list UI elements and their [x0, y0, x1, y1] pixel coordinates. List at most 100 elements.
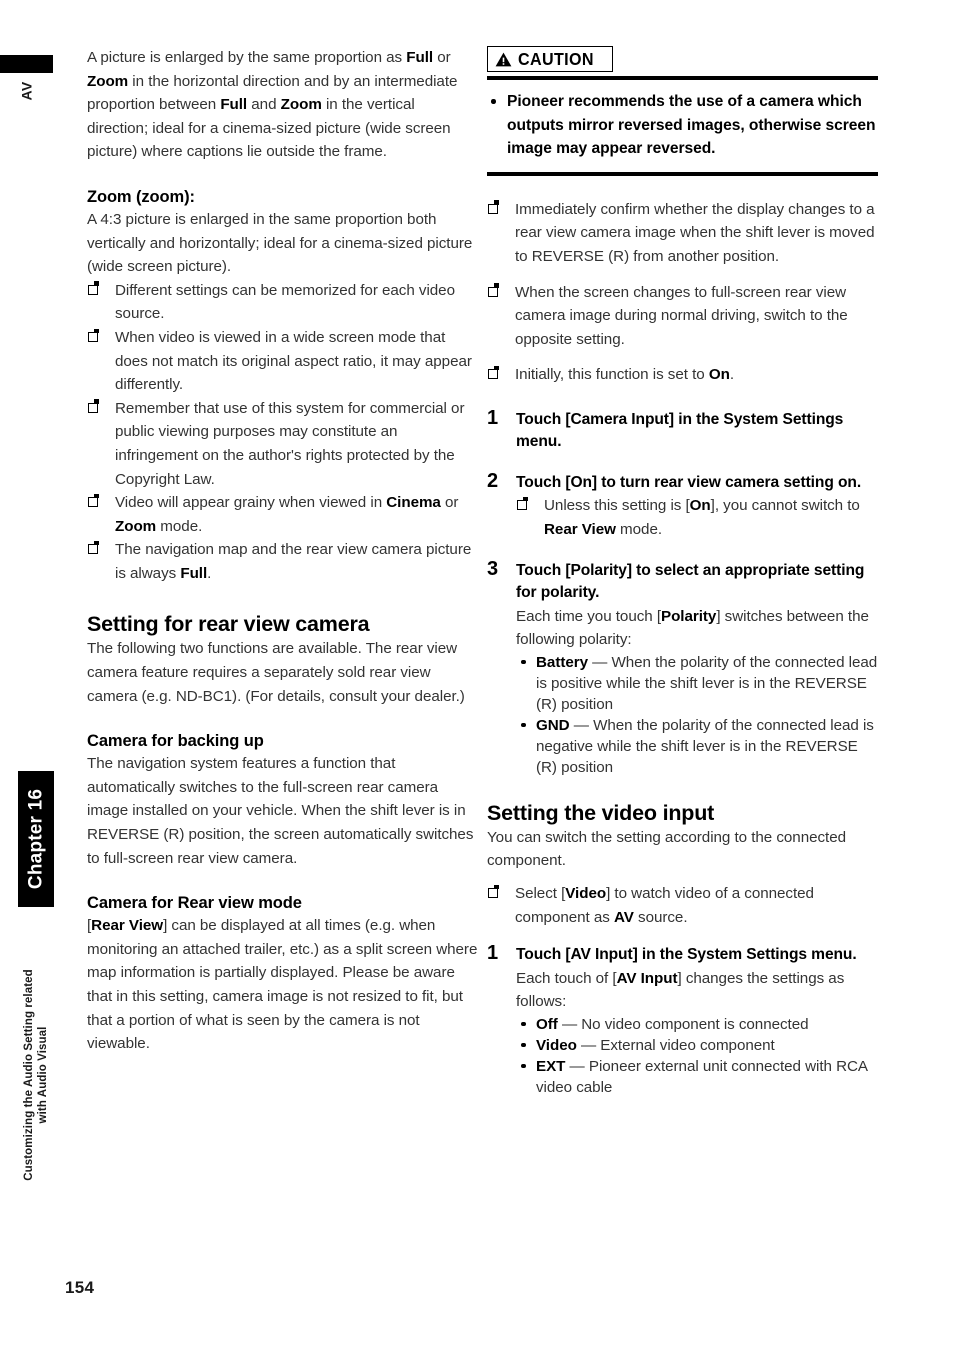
step-number: 3	[487, 557, 499, 580]
step-spacer	[487, 542, 878, 560]
procedure-step: 1 Touch [AV Input] in the System Settings…	[487, 942, 878, 1098]
step-title: Touch [On] to turn rear view camera sett…	[516, 473, 862, 491]
step-options-list: Off — No video component is connected Vid…	[516, 1014, 878, 1098]
bullet-dot-icon	[521, 722, 526, 728]
list-item: Video will appear grainy when viewed in …	[87, 491, 478, 538]
av-section-marker: AV	[0, 74, 53, 108]
note-square-icon	[488, 283, 499, 297]
step-title: Touch [Polarity] to select an appropriat…	[516, 561, 865, 602]
step-title: Touch [Camera Input] in the System Setti…	[516, 410, 844, 451]
note-square-icon	[488, 200, 499, 214]
caution-label-box: CAUTION	[487, 46, 613, 72]
backing-up-heading: Camera for backing up	[87, 732, 264, 751]
list-item-text: Remember that use of this system for com…	[115, 399, 465, 488]
chapter-subtitle-line-2: with Audio Visual	[37, 1026, 49, 1124]
caution-bullet-item: Pioneer recommends the use of a camera w…	[487, 90, 878, 161]
list-item: Off — No video component is connected	[516, 1014, 878, 1035]
caution-callout: CAUTION Pioneer recommends the use of a …	[487, 46, 878, 176]
note-square-icon	[488, 365, 499, 380]
chapter-subtitle-line-1: Customizing the Audio Setting related	[23, 969, 35, 1181]
list-item-text: Unless this setting is [On], you cannot …	[544, 497, 860, 539]
list-item: Initially, this function is set to On.	[487, 363, 878, 387]
rear-view-mode-paragraph: [Rear View] can be displayed at all time…	[87, 917, 478, 1053]
video-input-paragraph: You can switch the setting according to …	[487, 828, 846, 870]
edge-tab-marker	[0, 55, 53, 73]
list-item: When the screen changes to full-screen r…	[487, 281, 878, 352]
bullet-dot-icon	[521, 659, 526, 665]
list-item: When video is viewed in a wide screen mo…	[87, 326, 478, 397]
list-item-text: GND — When the polarity of the connected…	[536, 716, 874, 776]
list-item-text: Video will appear grainy when viewed in …	[115, 494, 459, 535]
step-title: Touch [AV Input] in the System Settings …	[516, 946, 857, 964]
camera-steps-list: 1 Touch [Camera Input] in the System Sett…	[487, 406, 878, 778]
list-item: Remember that use of this system for com…	[87, 397, 478, 491]
list-item: EXT — Pioneer external unit connected wi…	[516, 1056, 878, 1098]
zoom-heading: Zoom (zoom):	[87, 187, 195, 206]
list-item: GND — When the polarity of the connected…	[516, 715, 878, 778]
bullet-dot-icon	[521, 1021, 526, 1027]
video-input-notes-list: Select [Video] to watch video of a conne…	[487, 882, 878, 929]
note-square-icon	[88, 328, 99, 342]
list-item-text: Different settings can be memorized for …	[115, 281, 455, 323]
caution-bottom-rule	[487, 171, 878, 176]
chapter-badge-label: Chapter 16	[25, 788, 47, 890]
list-item-text: Immediately confirm whether the display …	[515, 200, 875, 265]
video-steps-list: 1 Touch [AV Input] in the System Settings…	[487, 942, 878, 1098]
chapter-subtitle: Customizing the Audio Setting related wi…	[10, 920, 62, 1230]
bullet-dot-icon	[491, 99, 496, 104]
caution-bullet-text: Pioneer recommends the use of a camera w…	[507, 93, 876, 158]
procedure-step: 3 Touch [Polarity] to select an appropria…	[487, 557, 878, 778]
right-column: CAUTION Pioneer recommends the use of a …	[487, 46, 878, 1098]
caution-label-text: CAUTION	[518, 49, 594, 69]
step-options-list: Battery — When the polarity of the conne…	[516, 652, 878, 778]
chapter-badge: Chapter 16	[18, 771, 54, 907]
list-item: Unless this setting is [On], you cannot …	[516, 494, 878, 541]
note-square-icon	[88, 281, 99, 295]
list-item: The navigation map and the rear view cam…	[87, 538, 478, 585]
step-number: 1	[487, 406, 499, 429]
bullet-dot-icon	[521, 1063, 526, 1069]
rear-view-paragraph: The following two functions are availabl…	[87, 640, 465, 705]
list-item-text: Select [Video] to watch video of a conne…	[515, 885, 814, 926]
warning-triangle-icon	[495, 52, 512, 67]
rear-view-mode-heading: Camera for Rear view mode	[87, 894, 302, 913]
step-body: Each time you touch [Polarity] switches …	[516, 607, 869, 649]
note-square-icon	[88, 399, 99, 413]
procedure-step: 1 Touch [Camera Input] in the System Sett…	[487, 406, 878, 454]
step-body: Each touch of [AV Input] changes the set…	[516, 969, 845, 1011]
bullet-dot-icon	[521, 1042, 526, 1048]
list-item-text: Battery — When the polarity of the conne…	[536, 653, 878, 713]
note-square-icon	[88, 493, 99, 508]
step-notes-list: Unless this setting is [On], you cannot …	[516, 494, 878, 541]
procedure-step: 2 Touch [On] to turn rear view camera set…	[487, 469, 878, 542]
list-item: Video — External video component	[516, 1035, 878, 1056]
step-number: 2	[487, 469, 499, 492]
list-item: Different settings can be memorized for …	[87, 279, 478, 326]
page-title-rear-view-camera: Setting for rear view camera	[87, 612, 370, 637]
intro-paragraph: A picture is enlarged by the same propor…	[87, 49, 458, 161]
step-spacer	[487, 454, 878, 472]
list-item-text: Video — External video component	[536, 1036, 775, 1054]
step-number: 1	[487, 942, 499, 965]
note-square-icon	[517, 497, 528, 511]
camera-notes-list: Immediately confirm whether the display …	[487, 198, 878, 387]
note-square-icon	[88, 540, 99, 555]
page-number: 154	[65, 1278, 95, 1297]
zoom-paragraph: A 4:3 picture is enlarged in the same pr…	[87, 210, 473, 276]
list-item-text: When video is viewed in a wide screen mo…	[115, 328, 472, 394]
list-item-text: EXT — Pioneer external unit connected wi…	[536, 1057, 868, 1096]
list-item: Immediately confirm whether the display …	[487, 198, 878, 269]
list-item: Battery — When the polarity of the conne…	[516, 652, 878, 715]
list-item-text: The navigation map and the rear view cam…	[115, 541, 472, 582]
list-item-text: When the screen changes to full-screen r…	[515, 283, 848, 348]
list-item-text: Off — No video component is connected	[536, 1015, 809, 1033]
zoom-notes-list: Different settings can be memorized for …	[87, 279, 478, 586]
page-title-video-input: Setting the video input	[487, 800, 715, 825]
backing-up-paragraph: The navigation system features a functio…	[87, 755, 474, 867]
chapter-subtitle-text: Customizing the Audio Setting related wi…	[22, 969, 50, 1181]
left-column: A picture is enlarged by the same propor…	[87, 46, 478, 1056]
note-square-icon	[488, 884, 499, 898]
av-section-marker-label: AV	[18, 81, 35, 101]
list-item-text: Initially, this function is set to On.	[515, 366, 734, 384]
list-item: Select [Video] to watch video of a conne…	[487, 882, 878, 929]
